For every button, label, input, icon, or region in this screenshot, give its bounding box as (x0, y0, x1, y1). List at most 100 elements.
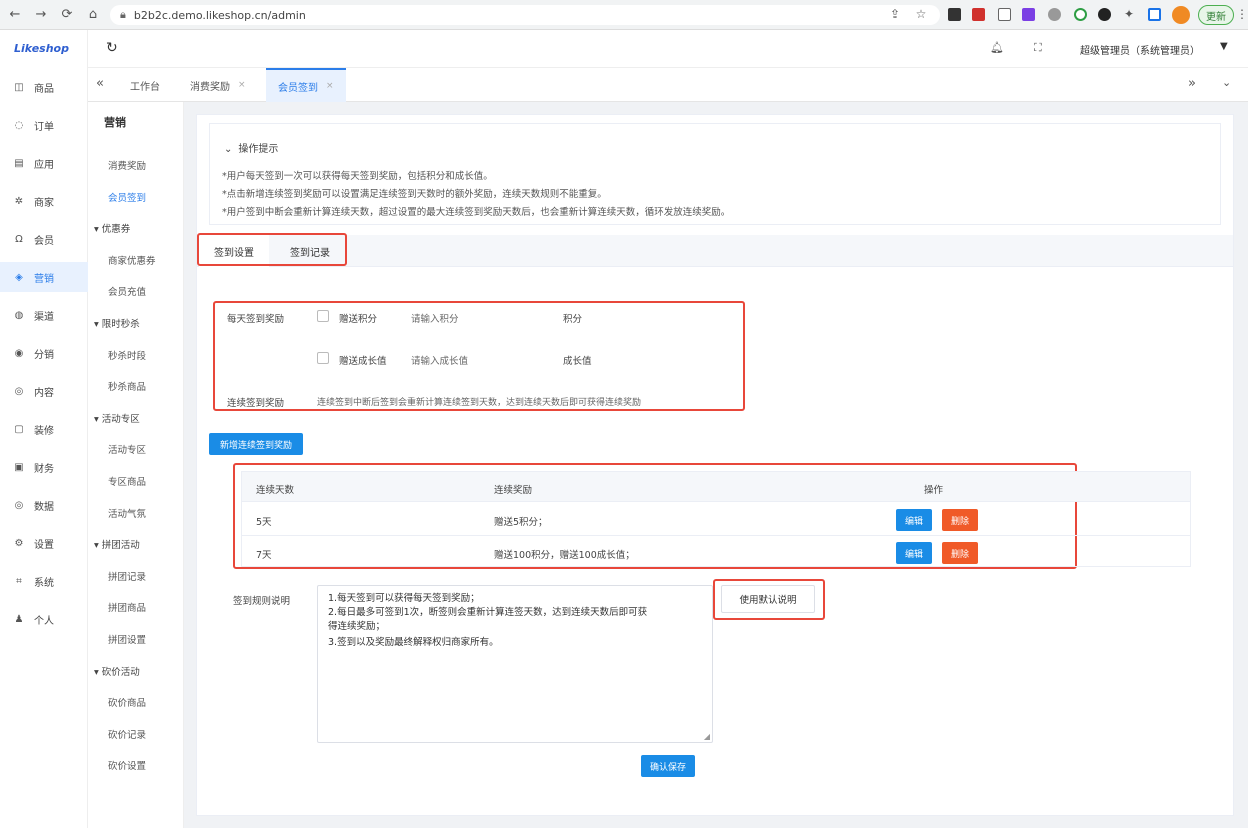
tab-member-signin[interactable]: 会员签到 × (266, 68, 346, 102)
extension-icon[interactable] (998, 8, 1011, 21)
subnav-item[interactable]: 会员签到 (108, 190, 146, 204)
subnav-group-label: 限时秒杀 (101, 319, 140, 330)
share-icon[interactable]: ⇪ (886, 5, 904, 23)
subtab-bar: 签到设置 签到记录 (197, 235, 1233, 267)
subnav-item[interactable]: 拼团记录 (108, 569, 146, 583)
sidebar-item-app[interactable]: ▤ 应用 (0, 148, 88, 178)
content-icon: ◎ (14, 385, 24, 397)
sub-sidebar: 营销 消费奖励 会员签到 ▾ 优惠券 商家优惠券 会员充值 ▾ 限时秒杀 秒杀时段 秒杀商品 ▾… (88, 102, 184, 828)
growth-input[interactable]: 请输入成长值 (411, 353, 468, 367)
add-continuous-reward-button[interactable]: 新增连续签到奖励 (209, 433, 303, 455)
subnav-item[interactable]: 活动专区 (108, 442, 146, 456)
extension-icon[interactable] (1048, 8, 1061, 21)
subnav-group[interactable]: ▾ 砍价活动 (94, 664, 140, 678)
sidebar-item-bag[interactable]: ◫ 商品 (0, 72, 88, 102)
subnav-item[interactable]: 商家优惠券 (108, 253, 156, 267)
subnav-item[interactable]: 拼团设置 (108, 632, 146, 646)
edit-button[interactable]: 编辑 (896, 509, 932, 531)
resize-handle-icon[interactable]: ◢ (704, 732, 710, 741)
delete-button[interactable]: 删除 (942, 509, 978, 531)
profile-avatar[interactable] (1172, 6, 1190, 24)
sidebar-item-content[interactable]: ◎ 内容 (0, 376, 88, 406)
back-icon[interactable]: ← (4, 4, 26, 26)
sidebar-item-data[interactable]: ◎ 数据 (0, 490, 88, 520)
user-name[interactable]: 超级管理员（系统管理员） (1080, 42, 1200, 57)
extension-icon[interactable] (1074, 8, 1087, 21)
sidebar-item-user[interactable]: Ω 会员 (0, 224, 88, 254)
close-icon[interactable]: × (238, 80, 246, 90)
collapse-icon[interactable]: « (96, 76, 104, 91)
use-default-description-button[interactable]: 使用默认说明 (721, 585, 815, 613)
extension-icon[interactable] (972, 8, 985, 21)
sidebar-item-label: 财务 (34, 463, 54, 475)
tips-title: 操作提示 (238, 144, 279, 155)
subnav-item[interactable]: 秒杀时段 (108, 348, 146, 362)
points-checkbox-label[interactable]: 赠送积分 (339, 311, 377, 325)
points-checkbox[interactable] (317, 310, 329, 322)
close-icon[interactable]: × (326, 81, 334, 91)
sidebar-item-order[interactable]: ◌ 订单 (0, 110, 88, 140)
subnav-group[interactable]: ▾ 限时秒杀 (94, 316, 140, 330)
star-icon[interactable]: ☆ (912, 5, 930, 23)
more-icon[interactable]: ⋮ (1236, 7, 1248, 21)
chevron-down-icon[interactable]: ⌄ (1222, 76, 1231, 89)
forward-icon[interactable]: → (30, 4, 52, 26)
sidebar-item-system[interactable]: ⌗ 系统 (0, 566, 88, 596)
subnav-item[interactable]: 活动气氛 (108, 506, 146, 520)
rule-textarea[interactable]: 1.每天签到可以获得每天签到奖励； 2.每日最多可签到1次，断签则会重新计算连签… (317, 585, 713, 743)
sidebar-item-label: 商品 (34, 83, 54, 95)
sidebar-item-decorate[interactable]: ▢ 装修 (0, 414, 88, 444)
bell-icon[interactable]: 🔔︎ (990, 41, 1004, 54)
subnav-item[interactable]: 砍价设置 (108, 758, 146, 772)
refresh-icon[interactable]: ↻ (106, 40, 118, 56)
double-chevron-right-icon[interactable]: » (1188, 76, 1196, 91)
person-icon: ♟ (14, 613, 24, 625)
fullscreen-icon[interactable]: ⛶ (1034, 41, 1042, 55)
sidebar-item-settings[interactable]: ⚙ 设置 (0, 528, 88, 558)
subnav-item[interactable]: 专区商品 (108, 474, 146, 488)
home-icon[interactable]: ⌂ (82, 4, 104, 26)
tips-header[interactable]: ⌄ 操作提示 (224, 140, 278, 155)
growth-checkbox[interactable] (317, 352, 329, 364)
sidebar-item-label: 商家 (34, 197, 54, 209)
subnav-item[interactable]: 会员充值 (108, 284, 146, 298)
tab-workbench[interactable]: 工作台 (118, 68, 172, 102)
sidebar-item-marketing[interactable]: ◈ 营销 (0, 262, 88, 292)
subnav-group-label: 拼团活动 (101, 540, 140, 552)
sidebar-item-distribution[interactable]: ◉ 分销 (0, 338, 88, 368)
sidebar-item-channel[interactable]: ◍ 渠道 (0, 300, 88, 330)
tab-consume-reward[interactable]: 消费奖励 × (178, 68, 258, 102)
subnav-item[interactable]: 秒杀商品 (108, 379, 146, 393)
subnav-item[interactable]: 砍价商品 (108, 695, 146, 709)
points-input[interactable]: 请输入积分 (411, 311, 459, 325)
cell-days: 7天 (256, 550, 272, 561)
table-row: 5天 赠送5积分； 编辑 删除 (242, 503, 1190, 536)
subnav-group[interactable]: ▾ 优惠券 (94, 221, 130, 235)
sidebar-item-finance[interactable]: ▣ 财务 (0, 452, 88, 482)
sidebar-item-label: 设置 (34, 539, 54, 551)
puzzle-icon[interactable]: ✦ (1120, 5, 1138, 23)
delete-button[interactable]: 删除 (942, 542, 978, 564)
extension-icon[interactable] (1022, 8, 1035, 21)
update-button[interactable]: 更新 (1198, 5, 1234, 25)
subnav-item[interactable]: 消费奖励 (108, 158, 146, 172)
subnav-group[interactable]: ▾ 拼团活动 (94, 537, 140, 551)
sidebar-item-person[interactable]: ♟ 个人 (0, 604, 88, 634)
edit-button[interactable]: 编辑 (896, 542, 932, 564)
subnav-item[interactable]: 拼团商品 (108, 600, 146, 614)
subnav-item[interactable]: 砍价记录 (108, 727, 146, 741)
save-button[interactable]: 确认保存 (641, 755, 695, 777)
continuous-reward-table: 连续天数 连续奖励 操作 5天 赠送5积分； 编辑 删除 7天 赠送100积分，… (241, 471, 1191, 567)
subnav-group-label: 砍价活动 (101, 666, 140, 678)
column-header: 连续奖励 (494, 485, 533, 496)
extension-icon[interactable] (948, 8, 961, 21)
extension-icon[interactable] (1098, 8, 1111, 21)
reload-icon[interactable]: ⟳ (56, 4, 78, 26)
growth-checkbox-label[interactable]: 赠送成长值 (339, 353, 387, 367)
address-bar[interactable]: 🔒︎ b2b2c.demo.likeshop.cn/admin (110, 5, 940, 25)
top-header: ↻ 🔔︎ ⛶ 超级管理员（系统管理员） ▼ (88, 30, 1248, 68)
subnav-group[interactable]: ▾ 活动专区 (94, 411, 140, 425)
sidepanel-icon[interactable] (1148, 8, 1161, 21)
sidebar-item-shop[interactable]: ✲ 商家 (0, 186, 88, 216)
chevron-down-icon[interactable]: ▼ (1220, 41, 1228, 52)
